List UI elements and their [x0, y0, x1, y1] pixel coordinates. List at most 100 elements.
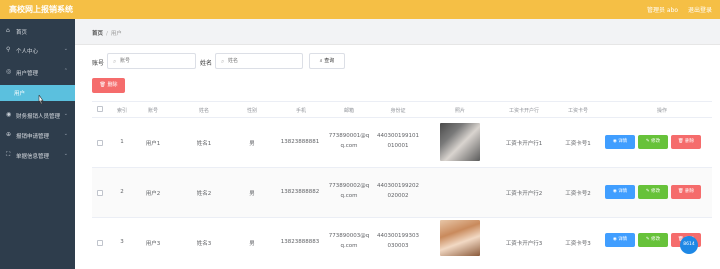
- cell-name: 姓名1: [196, 141, 212, 147]
- cell-idcard-line2: 020002: [387, 193, 409, 199]
- top-right: 管理员 abo 退出登录: [639, 5, 712, 14]
- table-row: 2 用户2 姓名2 男 13823888882 773890002@q q.co…: [92, 168, 712, 218]
- cell-email-line1: 773890001@q: [328, 133, 370, 139]
- sidebar-item-documents[interactable]: ⛶ 单据信息管理 ⌄: [0, 147, 75, 164]
- table-row: 3 用户3 姓名3 男 13823888883 773890003@q q.co…: [92, 218, 712, 269]
- breadcrumb-home[interactable]: 首页: [92, 31, 103, 37]
- user-icon: ⚲: [6, 46, 11, 53]
- cell-gender: 男: [249, 241, 255, 247]
- col-photo: 照片: [454, 108, 465, 114]
- delete-button[interactable]: 🗑 删除: [671, 135, 701, 149]
- col-name: 姓名: [198, 108, 209, 114]
- finance-icon: ◉: [6, 111, 12, 118]
- mouse-cursor-icon: [38, 95, 44, 105]
- cell-account: 用户2: [145, 191, 161, 197]
- top-bar: 高校网上报销系统 管理员 abo 退出登录: [0, 0, 720, 19]
- sidebar-subitem-label: 用户: [14, 91, 26, 97]
- name-search-field[interactable]: ⌕: [215, 53, 308, 69]
- chat-bubble-button[interactable]: 8614: [680, 236, 698, 254]
- sidebar-item-profile[interactable]: ⚲ 个人中心 ⌄: [0, 42, 75, 59]
- cell-idcard-line1: 440300199202: [377, 183, 419, 189]
- delete-button[interactable]: 🗑 删除: [671, 185, 701, 199]
- cell-account: 用户3: [145, 241, 161, 247]
- cell-idcard-line1: 440300199101: [377, 133, 419, 139]
- cell-name: 姓名3: [196, 241, 212, 247]
- name-input[interactable]: [228, 56, 308, 66]
- batch-delete-button[interactable]: 🗑 删除: [92, 78, 125, 93]
- edit-label: 修改: [651, 189, 661, 194]
- col-bank: 工资卡开户行: [508, 108, 539, 114]
- users-icon: ◎: [6, 68, 12, 75]
- sidebar: ⌂ 首页 ⚲ 个人中心 ⌄ ◎ 用户管理 ⌃ 用户 ◉ 财务报销人员管理 ⌄ ⊕…: [0, 19, 75, 269]
- cell-email-line2: q.com: [340, 193, 358, 199]
- pencil-icon: ✎: [645, 189, 650, 194]
- breadcrumb-current: 用户: [110, 31, 122, 37]
- sidebar-item-label: 首页: [16, 30, 28, 36]
- chevron-up-icon: ⌃: [63, 68, 68, 74]
- chevron-down-icon: ⌄: [63, 151, 68, 157]
- cell-index: 1: [120, 139, 124, 145]
- table-row: 1 用户1 姓名1 男 13823888881 773890001@q q.co…: [92, 118, 712, 168]
- sidebar-item-label: 报销申请管理: [16, 134, 50, 140]
- edit-button[interactable]: ✎ 修改: [638, 135, 668, 149]
- cell-phone: 13823888882: [280, 189, 320, 195]
- cell-idcard-line2: 030003: [387, 243, 409, 249]
- cell-email-line2: q.com: [340, 143, 358, 149]
- chevron-down-icon: ⌄: [63, 131, 68, 137]
- col-email: 邮箱: [343, 108, 354, 114]
- eye-icon: ◉: [612, 139, 617, 144]
- delete-label: 删除: [685, 189, 695, 194]
- logout-link[interactable]: 退出登录: [688, 7, 712, 14]
- app-title: 高校网上报销系统: [9, 5, 73, 14]
- row-checkbox[interactable]: [97, 190, 103, 196]
- row-checkbox[interactable]: [97, 140, 103, 146]
- sidebar-item-users[interactable]: ◎ 用户管理 ⌃: [0, 64, 75, 81]
- eye-icon: ◉: [612, 189, 617, 194]
- account-input[interactable]: [120, 56, 200, 66]
- select-all-checkbox[interactable]: [97, 106, 103, 112]
- cell-card: 工资卡号3: [565, 241, 591, 247]
- detail-button[interactable]: ◉ 详情: [605, 233, 635, 247]
- user-photo: [440, 220, 480, 256]
- cell-card: 工资卡号1: [565, 141, 591, 147]
- chevron-down-icon: ⌄: [63, 46, 68, 52]
- edit-button[interactable]: ✎ 修改: [638, 185, 668, 199]
- cell-account: 用户1: [145, 141, 161, 147]
- cell-bank: 工资卡开户行2: [505, 191, 543, 197]
- sidebar-item-finance-staff[interactable]: ◉ 财务报销人员管理 ⌄: [0, 107, 75, 124]
- sidebar-item-home[interactable]: ⌂ 首页: [0, 23, 75, 40]
- col-idcard: 身份证: [390, 108, 406, 114]
- edit-button[interactable]: ✎ 修改: [638, 233, 668, 247]
- cell-gender: 男: [249, 191, 255, 197]
- detail-button[interactable]: ◉ 详情: [605, 135, 635, 149]
- cell-bank: 工资卡开户行3: [505, 241, 543, 247]
- batch-delete-label: 删除: [107, 82, 118, 88]
- col-actions: 操作: [656, 108, 667, 114]
- apply-icon: ⊕: [6, 131, 12, 138]
- name-label: 姓名: [200, 60, 213, 67]
- detail-button[interactable]: ◉ 详情: [605, 185, 635, 199]
- cell-index: 3: [120, 239, 124, 245]
- row-checkbox[interactable]: [97, 240, 103, 246]
- col-account: 账号: [147, 108, 158, 114]
- search-icon: ⌕: [221, 58, 225, 65]
- cell-phone: 13823888881: [280, 139, 320, 145]
- cell-index: 2: [120, 189, 124, 195]
- cell-gender: 男: [249, 141, 255, 147]
- cell-email-line1: 773890003@q: [328, 233, 370, 239]
- breadcrumb-bar: 首页 / 用户: [75, 19, 720, 45]
- cell-bank: 工资卡开户行1: [505, 141, 543, 147]
- pencil-icon: ✎: [645, 139, 650, 144]
- trash-icon: 🗑: [99, 82, 106, 88]
- account-search-field[interactable]: ⌕: [107, 53, 200, 69]
- chevron-down-icon: ⌄: [63, 111, 68, 117]
- cell-email-line2: q.com: [340, 243, 358, 249]
- current-user[interactable]: 管理员 abo: [647, 7, 678, 14]
- sidebar-item-apply[interactable]: ⊕ 报销申请管理 ⌄: [0, 127, 75, 144]
- detail-label: 详情: [618, 237, 628, 242]
- user-photo: [440, 123, 480, 161]
- search-button[interactable]: ⌕ 查询: [309, 53, 345, 69]
- edit-label: 修改: [651, 237, 661, 242]
- sidebar-item-label: 用户管理: [16, 71, 39, 77]
- account-label: 账号: [92, 60, 105, 67]
